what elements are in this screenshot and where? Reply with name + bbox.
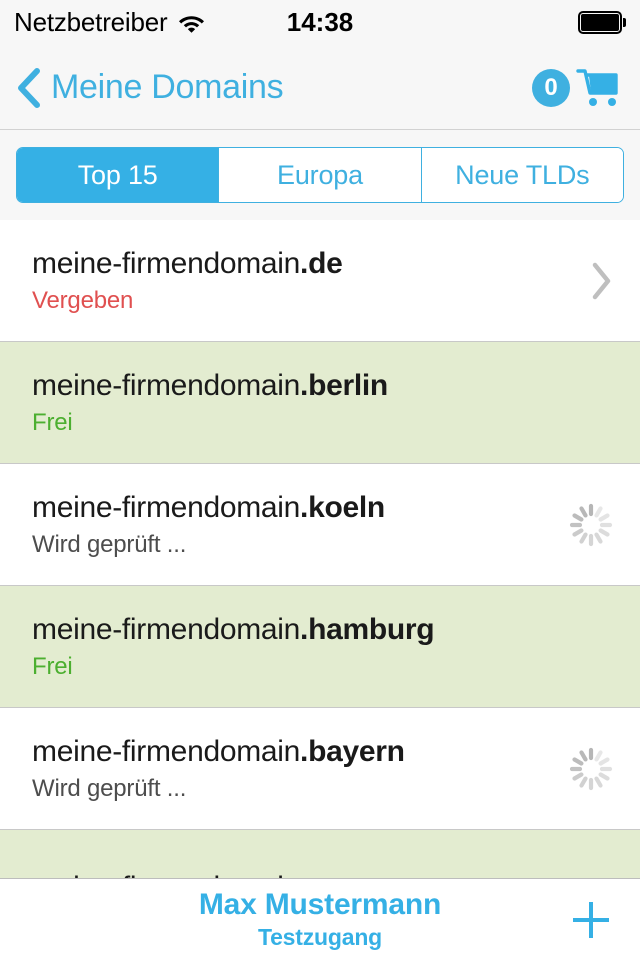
domain-name: meine-firmendomain.bayern bbox=[32, 735, 405, 769]
page-title: Meine Domains bbox=[51, 68, 284, 106]
row-text-block: meine-firmendomain.de Vergeben bbox=[32, 220, 343, 342]
row-accessory[interactable] bbox=[588, 220, 614, 342]
navigation-bar: Meine Domains 0 bbox=[0, 45, 640, 130]
domain-tld: .koeln bbox=[300, 491, 385, 524]
table-row[interactable]: meine-firmendomain.hamburg Frei bbox=[0, 586, 640, 708]
battery-full-icon bbox=[578, 11, 626, 34]
app-screen: Netzbetreiber 14:38 Meine Domains 0 Top … bbox=[0, 0, 640, 960]
cart-count-badge: 0 bbox=[532, 68, 570, 107]
domain-name: meine-firmendomain.com bbox=[32, 871, 369, 878]
tab-europa[interactable]: Europa bbox=[219, 148, 422, 202]
table-row[interactable]: meine-firmendomain.berlin Frei bbox=[0, 342, 640, 464]
domain-tld: .com bbox=[300, 871, 369, 878]
row-text-block: meine-firmendomain.koeln Wird geprüft ..… bbox=[32, 464, 385, 586]
row-text-block: meine-firmendomain.hamburg Frei bbox=[32, 586, 435, 708]
domain-base: meine-firmendomain bbox=[32, 871, 300, 878]
account-subtitle: Testzugang bbox=[257, 924, 383, 950]
domain-base: meine-firmendomain bbox=[32, 735, 301, 768]
domain-name: meine-firmendomain.hamburg bbox=[32, 613, 435, 647]
table-row[interactable]: meine-firmendomain.com bbox=[0, 830, 640, 878]
domain-base: meine-firmendomain bbox=[32, 491, 301, 524]
plus-icon bbox=[564, 893, 618, 947]
domain-tld: .hamburg bbox=[300, 613, 435, 646]
domain-base: meine-firmendomain bbox=[32, 613, 301, 646]
chevron-left-icon bbox=[16, 66, 42, 110]
status-bar-time: 14:38 bbox=[286, 7, 354, 37]
back-button[interactable]: Meine Domains bbox=[16, 45, 284, 130]
status-label: Frei bbox=[32, 409, 73, 436]
domain-tld: .de bbox=[300, 247, 343, 280]
footer-bar: Max Mustermann Testzugang bbox=[0, 878, 640, 960]
loading-spinner-icon bbox=[568, 502, 614, 548]
cart-button[interactable]: 0 bbox=[532, 45, 624, 130]
row-text-block: meine-firmendomain.berlin Frei bbox=[32, 342, 388, 464]
tab-neue-tlds[interactable]: Neue TLDs bbox=[421, 148, 623, 202]
domain-base: meine-firmendomain bbox=[32, 369, 301, 402]
loading-spinner-icon bbox=[568, 746, 614, 792]
row-accessory bbox=[568, 708, 614, 830]
domain-name: meine-firmendomain.koeln bbox=[32, 491, 385, 525]
add-button[interactable] bbox=[564, 879, 618, 960]
status-label: Vergeben bbox=[32, 287, 134, 314]
status-label: Frei bbox=[32, 653, 73, 680]
tab-top-15[interactable]: Top 15 bbox=[17, 148, 220, 202]
status-bar-right bbox=[578, 0, 626, 45]
chevron-right-icon[interactable] bbox=[588, 260, 614, 302]
row-text-block: meine-firmendomain.bayern Wird geprüft .… bbox=[32, 708, 405, 830]
table-row[interactable]: meine-firmendomain.koeln Wird geprüft ..… bbox=[0, 464, 640, 586]
status-label: Wird geprüft ... bbox=[32, 531, 187, 558]
domain-tld: .berlin bbox=[300, 369, 388, 402]
domain-name: meine-firmendomain.de bbox=[32, 247, 343, 281]
row-text-block: meine-firmendomain.com bbox=[32, 830, 369, 878]
domain-list[interactable]: meine-firmendomain.de Vergeben meine-fir… bbox=[0, 220, 640, 878]
status-label: Wird geprüft ... bbox=[32, 775, 187, 802]
segmented-control: Top 15 Europa Neue TLDs bbox=[16, 147, 624, 203]
domain-name: meine-firmendomain.berlin bbox=[32, 369, 388, 403]
shopping-cart-icon bbox=[576, 67, 624, 109]
domain-tld: .bayern bbox=[300, 735, 405, 768]
tab-bar-container: Top 15 Europa Neue TLDs bbox=[0, 130, 640, 220]
account-info[interactable]: Max Mustermann Testzugang bbox=[199, 888, 441, 951]
status-bar: Netzbetreiber 14:38 bbox=[0, 0, 640, 45]
row-accessory bbox=[568, 464, 614, 586]
table-row[interactable]: meine-firmendomain.bayern Wird geprüft .… bbox=[0, 708, 640, 830]
table-row[interactable]: meine-firmendomain.de Vergeben bbox=[0, 220, 640, 342]
account-name: Max Mustermann bbox=[198, 888, 442, 921]
domain-base: meine-firmendomain bbox=[32, 247, 301, 280]
